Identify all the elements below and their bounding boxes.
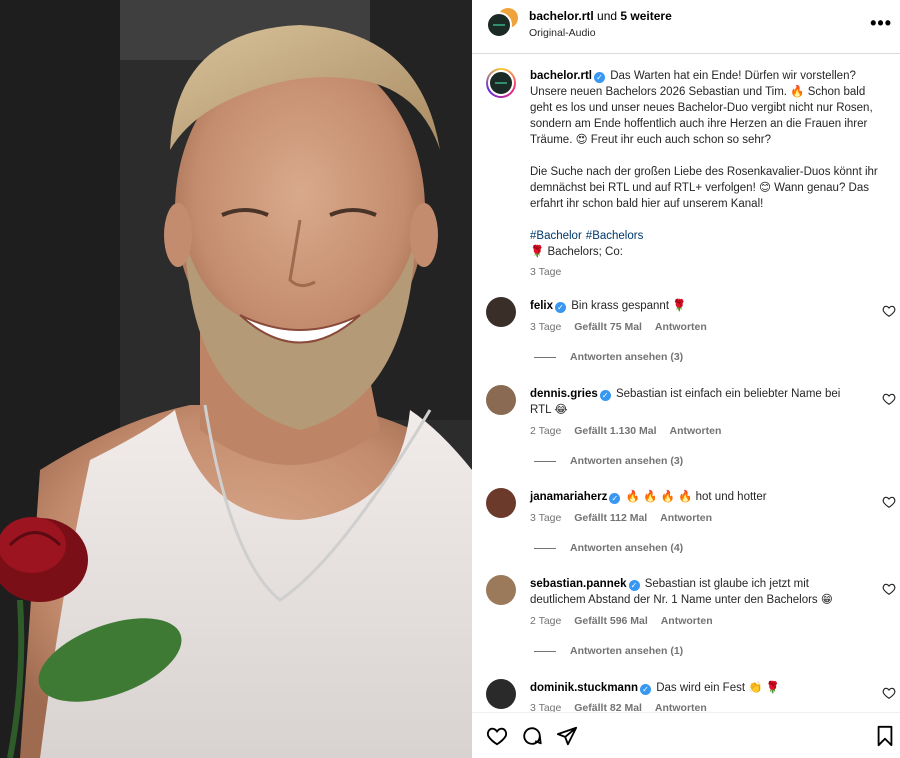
author-username[interactable]: bachelor.rtl xyxy=(529,9,594,23)
post-side-panel: bachelor.rtl und 5 weitere Original-Audi… xyxy=(472,0,900,758)
comment-meta: 3 Tage Gefällt 75 Mal Antworten xyxy=(530,321,717,333)
post-header: bachelor.rtl und 5 weitere Original-Audi… xyxy=(472,0,900,54)
author-connector: und xyxy=(597,9,618,23)
view-replies-button[interactable]: Antworten ansehen (3) xyxy=(534,455,683,467)
view-replies-button[interactable]: Antworten ansehen (1) xyxy=(534,645,683,657)
caption-timestamp: 3 Tage xyxy=(530,266,562,278)
comment-likes[interactable]: Gefällt 1.130 Mal xyxy=(574,425,656,437)
post-authors: bachelor.rtl und 5 weitere xyxy=(529,9,672,23)
replies-divider xyxy=(534,650,556,652)
heart-icon[interactable] xyxy=(486,725,508,747)
comment-username[interactable]: felix xyxy=(530,300,553,312)
avatar[interactable] xyxy=(486,575,516,605)
verified-icon: ✓ xyxy=(640,684,651,695)
comment-username[interactable]: sebastian.pannek xyxy=(530,578,627,590)
share-icon[interactable] xyxy=(556,725,578,747)
comment-text: Das wird ein Fest 👏 🌹 xyxy=(656,682,781,694)
reply-button[interactable]: Antworten xyxy=(661,615,713,627)
post-media[interactable] xyxy=(0,0,472,758)
verified-icon: ✓ xyxy=(594,72,605,83)
comment-likes[interactable]: Gefällt 82 Mal xyxy=(574,702,642,712)
reply-button[interactable]: Antworten xyxy=(655,702,707,712)
comment-text: 🔥 🔥 🔥 🔥 hot und hotter xyxy=(625,491,767,503)
hashtag-link[interactable]: #Bachelor xyxy=(530,230,582,242)
comment-text: Bin krass gespannt 🌹 xyxy=(571,300,687,312)
verified-icon: ✓ xyxy=(609,493,621,504)
replies-divider xyxy=(534,356,556,358)
post-photo xyxy=(0,0,472,758)
view-replies-label: Antworten ansehen (3) xyxy=(570,455,684,467)
comment-likes[interactable]: Gefällt 596 Mal xyxy=(574,615,648,627)
comment-timestamp: 3 Tage xyxy=(530,512,562,524)
heart-icon[interactable] xyxy=(882,582,896,596)
avatar[interactable] xyxy=(486,679,516,709)
reply-button[interactable]: Antworten xyxy=(669,425,721,437)
view-replies-label: Antworten ansehen (4) xyxy=(570,542,684,554)
hashtag-link[interactable]: #Bachelors xyxy=(586,230,644,242)
heart-icon[interactable] xyxy=(882,686,896,700)
comment-timestamp: 2 Tage xyxy=(530,425,562,437)
caption-username[interactable]: bachelor.rtl xyxy=(530,70,592,82)
audio-link[interactable]: Original-Audio xyxy=(529,27,596,39)
comment-meta: 2 Tage Gefällt 596 Mal Antworten xyxy=(530,615,723,627)
comment-timestamp: 3 Tage xyxy=(530,702,562,712)
comment-likes[interactable]: Gefällt 75 Mal xyxy=(574,321,642,333)
collaborators-link[interactable]: 5 weitere xyxy=(620,9,671,23)
heart-icon[interactable] xyxy=(882,392,896,406)
comment-username[interactable]: dominik.stuckmann xyxy=(530,682,638,694)
comment-timestamp: 3 Tage xyxy=(530,321,562,333)
comment-likes[interactable]: Gefällt 112 Mal xyxy=(574,512,647,524)
verified-icon: ✓ xyxy=(555,302,567,313)
verified-icon: ✓ xyxy=(599,390,611,401)
reply-button[interactable]: Antworten xyxy=(660,512,712,524)
view-replies-button[interactable]: Antworten ansehen (3) xyxy=(534,351,683,363)
verified-icon: ✓ xyxy=(628,580,640,591)
avatar[interactable] xyxy=(486,297,516,327)
collab-avatars[interactable] xyxy=(486,8,518,38)
comment-username[interactable]: janamariaherz xyxy=(530,491,607,503)
view-replies-button[interactable]: Antworten ansehen (4) xyxy=(534,542,683,554)
avatar[interactable] xyxy=(486,488,516,518)
reply-button[interactable]: Antworten xyxy=(655,321,707,333)
replies-divider xyxy=(534,460,556,462)
bookmark-icon[interactable] xyxy=(874,725,896,747)
replies-divider xyxy=(534,547,556,549)
avatar xyxy=(486,12,512,38)
comments-scroll[interactable]: bachelor.rtl ✓ Das Warten hat ein Ende! D… xyxy=(472,55,900,712)
caption-text-2: Die Suche nach der großen Liebe des Rose… xyxy=(530,166,878,210)
avatar[interactable] xyxy=(486,385,516,415)
view-replies-label: Antworten ansehen (3) xyxy=(570,351,684,363)
comment-meta: 3 Tage Gefällt 82 Mal Antworten xyxy=(530,702,717,712)
heart-icon[interactable] xyxy=(882,495,896,509)
post-action-bar xyxy=(472,712,900,758)
more-icon[interactable]: ••• xyxy=(870,13,892,34)
comment-username[interactable]: dennis.gries xyxy=(530,388,598,400)
heart-icon[interactable] xyxy=(882,304,896,318)
comment-meta: 3 Tage Gefällt 112 Mal Antworten xyxy=(530,512,722,524)
comment-meta: 2 Tage Gefällt 1.130 Mal Antworten xyxy=(530,425,731,437)
comment-timestamp: 2 Tage xyxy=(530,615,562,627)
view-replies-label: Antworten ansehen (1) xyxy=(570,645,684,657)
caption-credit: 🌹 Bachelors; Co: xyxy=(530,246,623,258)
avatar[interactable] xyxy=(486,68,516,98)
comment-icon[interactable] xyxy=(521,725,543,747)
